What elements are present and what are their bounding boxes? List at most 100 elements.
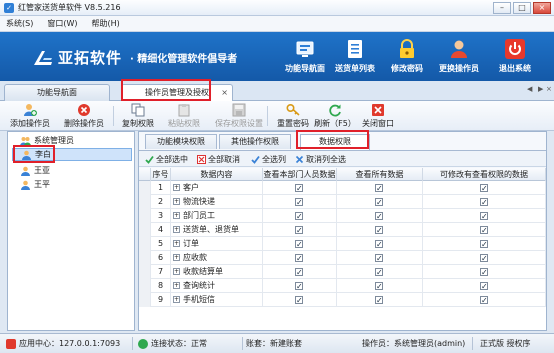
permission-checkbox-edit[interactable] (480, 238, 488, 252)
banner-exit-button[interactable]: 退出系统 (490, 37, 540, 77)
permission-checkbox-edit[interactable] (480, 266, 488, 280)
banner-switch-operator-button[interactable]: 更换操作员 (434, 37, 484, 77)
row-indicator (139, 251, 151, 265)
cell-all (337, 195, 423, 210)
cell-edit (423, 223, 546, 238)
table-row[interactable]: 2 + 物流快递 (139, 195, 546, 210)
expand-icon[interactable]: + (173, 212, 180, 219)
permission-checkbox-edit[interactable] (480, 252, 488, 266)
table-row[interactable]: 6 + 应收款 (139, 251, 546, 266)
delete-operator-label: 删除操作员 (64, 119, 104, 128)
expand-icon[interactable]: + (173, 226, 180, 233)
row-indicator (139, 223, 151, 237)
tab-scroll-right-icon[interactable]: ▶ (538, 85, 543, 93)
permission-checkbox-dept[interactable] (295, 266, 303, 280)
permission-checkbox-edit[interactable] (480, 280, 488, 294)
tab-operator-management[interactable]: 操作员管理及授权 × (121, 84, 233, 102)
tab-other-operation-permissions[interactable]: 其他操作权限 (219, 134, 291, 149)
close-window-tool-button[interactable]: 关闭窗口 (356, 103, 400, 130)
tab-scroll-left-icon[interactable]: ◀ (527, 85, 532, 93)
expand-icon[interactable]: + (173, 268, 180, 275)
table-row[interactable]: 7 + 收款结算单 (139, 265, 546, 280)
permission-checkbox-dept[interactable] (295, 294, 303, 308)
sub-tab-label: 其他操作权限 (231, 137, 279, 146)
tab-function-module-permissions[interactable]: 功能模块权限 (145, 134, 217, 149)
cell-dept (263, 223, 337, 238)
permission-checkbox-edit[interactable] (480, 210, 488, 224)
tree-item-system-admin[interactable]: 系统管理员 (20, 134, 74, 147)
refresh-button[interactable]: 刷新（F5） (314, 103, 356, 130)
permission-checkbox-all[interactable] (375, 238, 383, 252)
table-row[interactable]: 5 + 订单 (139, 237, 546, 252)
cell-content-text: 客户 (183, 183, 199, 192)
permission-checkbox-all[interactable] (375, 266, 383, 280)
table-row[interactable]: 1 + 客户 (139, 181, 546, 196)
deselect-all-button[interactable]: 全部取消 (197, 153, 240, 166)
toolbar-separator (113, 106, 114, 126)
expand-icon[interactable]: + (173, 254, 180, 261)
permission-checkbox-all[interactable] (375, 252, 383, 266)
cell-content: + 部门员工 (171, 209, 263, 223)
permission-checkbox-all[interactable] (375, 294, 383, 308)
menu-help[interactable]: 帮助(H) (89, 17, 121, 30)
copy-permissions-button[interactable]: 复制权限 (116, 103, 160, 130)
cell-no: 5 (151, 237, 171, 251)
permission-checkbox-edit[interactable] (480, 224, 488, 238)
cell-content: + 查询统计 (171, 279, 263, 293)
permission-checkbox-edit[interactable] (480, 182, 488, 196)
banner-nav-panel-button[interactable]: 功能导航面 (280, 37, 330, 77)
permission-checkbox-dept[interactable] (295, 182, 303, 196)
paste-permissions-button[interactable]: 粘贴权限 (162, 103, 206, 130)
expand-icon[interactable]: + (173, 198, 180, 205)
permission-checkbox-edit[interactable] (480, 196, 488, 210)
tree-item-wangping[interactable]: 王平 (20, 178, 50, 191)
add-operator-button[interactable]: 添加操作员 (4, 103, 56, 130)
close-window-button[interactable]: × (533, 2, 551, 14)
tree-item-wangya[interactable]: 王亚 (20, 164, 50, 177)
clear-column-button[interactable]: 取消列全选 (295, 153, 346, 166)
tab-close-icon[interactable]: × (221, 85, 228, 100)
select-column-button[interactable]: 全选列 (251, 153, 286, 166)
permission-checkbox-dept[interactable] (295, 238, 303, 252)
permission-checkbox-all[interactable] (375, 210, 383, 224)
expand-icon[interactable]: + (173, 240, 180, 247)
table-row[interactable]: 3 + 部门员工 (139, 209, 546, 224)
cell-content-text: 部门员工 (183, 211, 215, 220)
permission-checkbox-dept[interactable] (295, 252, 303, 266)
header-view-dept: 查看本部门人员数据 (263, 168, 337, 181)
permission-checkbox-all[interactable] (375, 224, 383, 238)
expand-icon[interactable]: + (173, 184, 180, 191)
permission-checkbox-edit[interactable] (480, 294, 488, 308)
menu-window[interactable]: 窗口(W) (45, 17, 79, 30)
banner-delivery-list-button[interactable]: 送货单列表 (330, 37, 380, 77)
cell-content: + 应收款 (171, 251, 263, 265)
permission-checkbox-all[interactable] (375, 280, 383, 294)
uncheck-all-icon (197, 155, 206, 164)
save-permissions-label: 保存权限设置 (215, 119, 263, 128)
permission-checkbox-all[interactable] (375, 196, 383, 210)
tab-data-permissions[interactable]: 数据权限 (300, 134, 370, 150)
table-row[interactable]: 8 + 查询统计 (139, 279, 546, 294)
sub-tab-label: 功能模块权限 (157, 137, 205, 146)
menu-system[interactable]: 系统(S) (4, 17, 35, 30)
maximize-button[interactable]: □ (513, 2, 531, 14)
minimize-button[interactable]: – (493, 2, 511, 14)
expand-icon[interactable]: + (173, 296, 180, 303)
tree-item-libai[interactable]: 李白 (12, 148, 132, 161)
table-row[interactable]: 4 + 送货单、退货单 (139, 223, 546, 238)
permission-checkbox-dept[interactable] (295, 224, 303, 238)
delete-operator-button[interactable]: 删除操作员 (58, 103, 110, 130)
copy-icon (131, 103, 145, 117)
tab-close-all-icon[interactable]: × (546, 85, 552, 93)
table-row[interactable]: 9 + 手机短信 (139, 293, 546, 308)
permission-checkbox-all[interactable] (375, 182, 383, 196)
select-all-button[interactable]: 全部选中 (145, 153, 188, 166)
banner-change-password-button[interactable]: 修改密码 (382, 37, 432, 77)
permission-checkbox-dept[interactable] (295, 196, 303, 210)
reset-password-button[interactable]: 重置密码 (272, 103, 314, 130)
expand-icon[interactable]: + (173, 282, 180, 289)
permission-checkbox-dept[interactable] (295, 210, 303, 224)
permission-checkbox-dept[interactable] (295, 280, 303, 294)
save-permissions-button[interactable]: 保存权限设置 (212, 103, 266, 130)
tab-nav-panel[interactable]: 功能导航面 (4, 84, 110, 101)
